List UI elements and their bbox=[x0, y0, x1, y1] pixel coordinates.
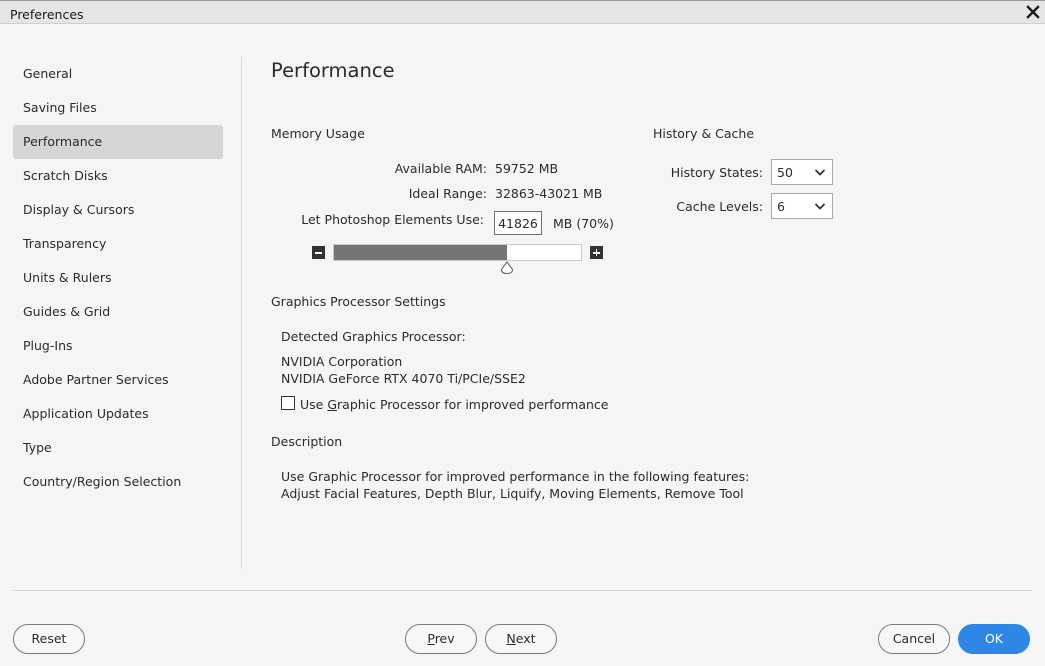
next-mnemonic: N bbox=[506, 631, 516, 646]
use-gpu-checkbox[interactable] bbox=[281, 396, 295, 410]
memory-use-label: Let Photoshop Elements Use: bbox=[301, 212, 484, 227]
close-icon[interactable] bbox=[1025, 4, 1041, 20]
ok-button[interactable]: OK bbox=[958, 624, 1030, 654]
cache-levels-select[interactable]: 6 bbox=[771, 193, 833, 219]
memory-use-input[interactable] bbox=[494, 211, 542, 235]
ideal-range-value: 32863-43021 MB bbox=[495, 186, 603, 201]
sidebar-item-guides-grid[interactable]: Guides & Grid bbox=[13, 295, 223, 329]
sidebar-item-general[interactable]: General bbox=[13, 57, 223, 91]
ideal-range-label: Ideal Range: bbox=[408, 186, 487, 201]
description-line-1: Use Graphic Processor for improved perfo… bbox=[281, 469, 750, 484]
use-gpu-checkbox-label[interactable]: Use Graphic Processor for improved perfo… bbox=[300, 397, 608, 412]
prev-label-rest: rev bbox=[434, 631, 455, 646]
description-line-2: Adjust Facial Features, Depth Blur, Liqu… bbox=[281, 486, 744, 501]
sidebar-item-type[interactable]: Type bbox=[13, 431, 223, 465]
use-gpu-label-rest: raphic Processor for improved performanc… bbox=[337, 397, 609, 412]
memory-slider[interactable] bbox=[333, 244, 582, 261]
sidebar-divider bbox=[241, 57, 242, 569]
prev-mnemonic: P bbox=[427, 631, 435, 646]
chevron-down-icon bbox=[814, 169, 826, 176]
page-title: Performance bbox=[271, 59, 395, 82]
description-heading: Description bbox=[271, 434, 343, 449]
history-states-label: History States: bbox=[670, 165, 763, 180]
next-label-rest: ext bbox=[515, 631, 536, 646]
history-cache-heading: History & Cache bbox=[653, 126, 755, 141]
memory-usage-heading: Memory Usage bbox=[271, 126, 365, 141]
history-states-select[interactable]: 50 bbox=[771, 159, 833, 185]
decrease-memory-button[interactable] bbox=[312, 246, 325, 259]
history-states-value: 50 bbox=[777, 165, 793, 180]
sidebar-item-display-cursors[interactable]: Display & Cursors bbox=[13, 193, 223, 227]
title-bar: Preferences bbox=[0, 0, 1045, 24]
increase-memory-button[interactable] bbox=[590, 246, 603, 259]
sidebar-item-units-rulers[interactable]: Units & Rulers bbox=[13, 261, 223, 295]
gpu-model: NVIDIA GeForce RTX 4070 Ti/PCIe/SSE2 bbox=[281, 371, 526, 386]
memory-use-suffix: MB (70%) bbox=[553, 216, 614, 231]
reset-button[interactable]: Reset bbox=[13, 624, 85, 654]
sidebar-item-transparency[interactable]: Transparency bbox=[13, 227, 223, 261]
memory-slider-fill bbox=[334, 245, 507, 260]
use-gpu-label-mnemonic: G bbox=[327, 397, 338, 412]
use-gpu-label-prefix: Use bbox=[300, 397, 328, 412]
sidebar: General Saving Files Performance Scratch… bbox=[13, 57, 223, 499]
gpu-vendor: NVIDIA Corporation bbox=[281, 354, 403, 369]
sidebar-item-saving-files[interactable]: Saving Files bbox=[13, 91, 223, 125]
sidebar-item-performance[interactable]: Performance bbox=[13, 125, 223, 159]
chevron-down-icon bbox=[814, 203, 826, 210]
sidebar-item-application-updates[interactable]: Application Updates bbox=[13, 397, 223, 431]
available-ram-value: 59752 MB bbox=[495, 161, 559, 176]
sidebar-item-plug-ins[interactable]: Plug-Ins bbox=[13, 329, 223, 363]
window-title: Preferences bbox=[10, 7, 84, 22]
cancel-button[interactable]: Cancel bbox=[878, 624, 950, 654]
next-button[interactable]: Next bbox=[485, 624, 557, 654]
prev-button[interactable]: Prev bbox=[405, 624, 477, 654]
memory-slider-thumb[interactable] bbox=[500, 261, 514, 275]
available-ram-label: Available RAM: bbox=[394, 161, 487, 176]
sidebar-item-country-region[interactable]: Country/Region Selection bbox=[13, 465, 223, 499]
cache-levels-label: Cache Levels: bbox=[676, 199, 763, 214]
cache-levels-value: 6 bbox=[777, 199, 785, 214]
sidebar-item-adobe-partner-services[interactable]: Adobe Partner Services bbox=[13, 363, 223, 397]
gpu-settings-heading: Graphics Processor Settings bbox=[271, 294, 446, 309]
sidebar-item-scratch-disks[interactable]: Scratch Disks bbox=[13, 159, 223, 193]
footer-divider bbox=[13, 590, 1032, 591]
detected-gpu-label: Detected Graphics Processor: bbox=[281, 329, 466, 344]
